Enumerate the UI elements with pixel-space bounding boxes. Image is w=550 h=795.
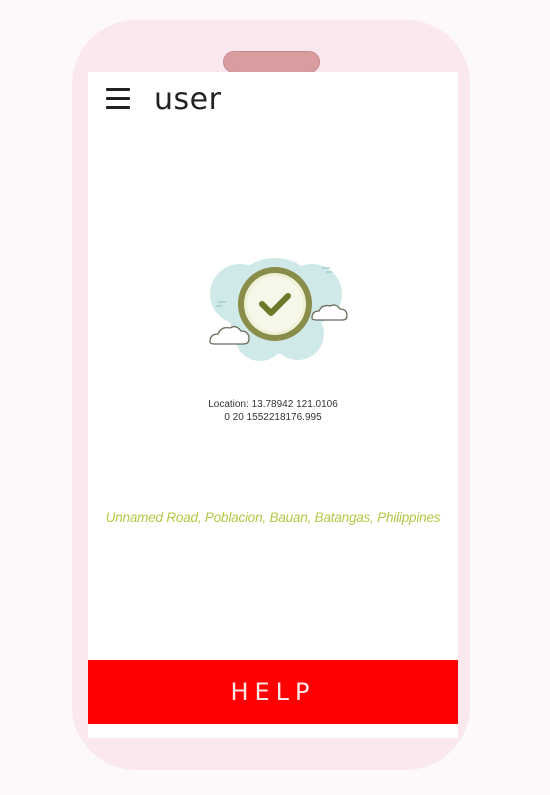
checkmark-circle-icon [238,267,312,341]
location-details: 0 20 1552218176.995 [224,412,322,423]
address-text: Unnamed Road, Poblacion, Bauan, Batangas… [105,510,441,525]
phone-speaker [223,51,320,73]
page-title: user [154,82,222,117]
hamburger-menu-icon[interactable] [104,88,132,112]
location-readout: Location: 13.78942 121.0106 0 20 1552218… [88,398,458,424]
checkmark-cloud-illustration [209,258,348,361]
app-bar: user [88,72,458,128]
location-coordinates: Location: 13.78942 121.0106 [208,399,338,410]
help-button[interactable]: HELP [88,660,458,724]
app-screen: user Location: 13.78942 121.0106 0 20 15… [88,72,458,738]
